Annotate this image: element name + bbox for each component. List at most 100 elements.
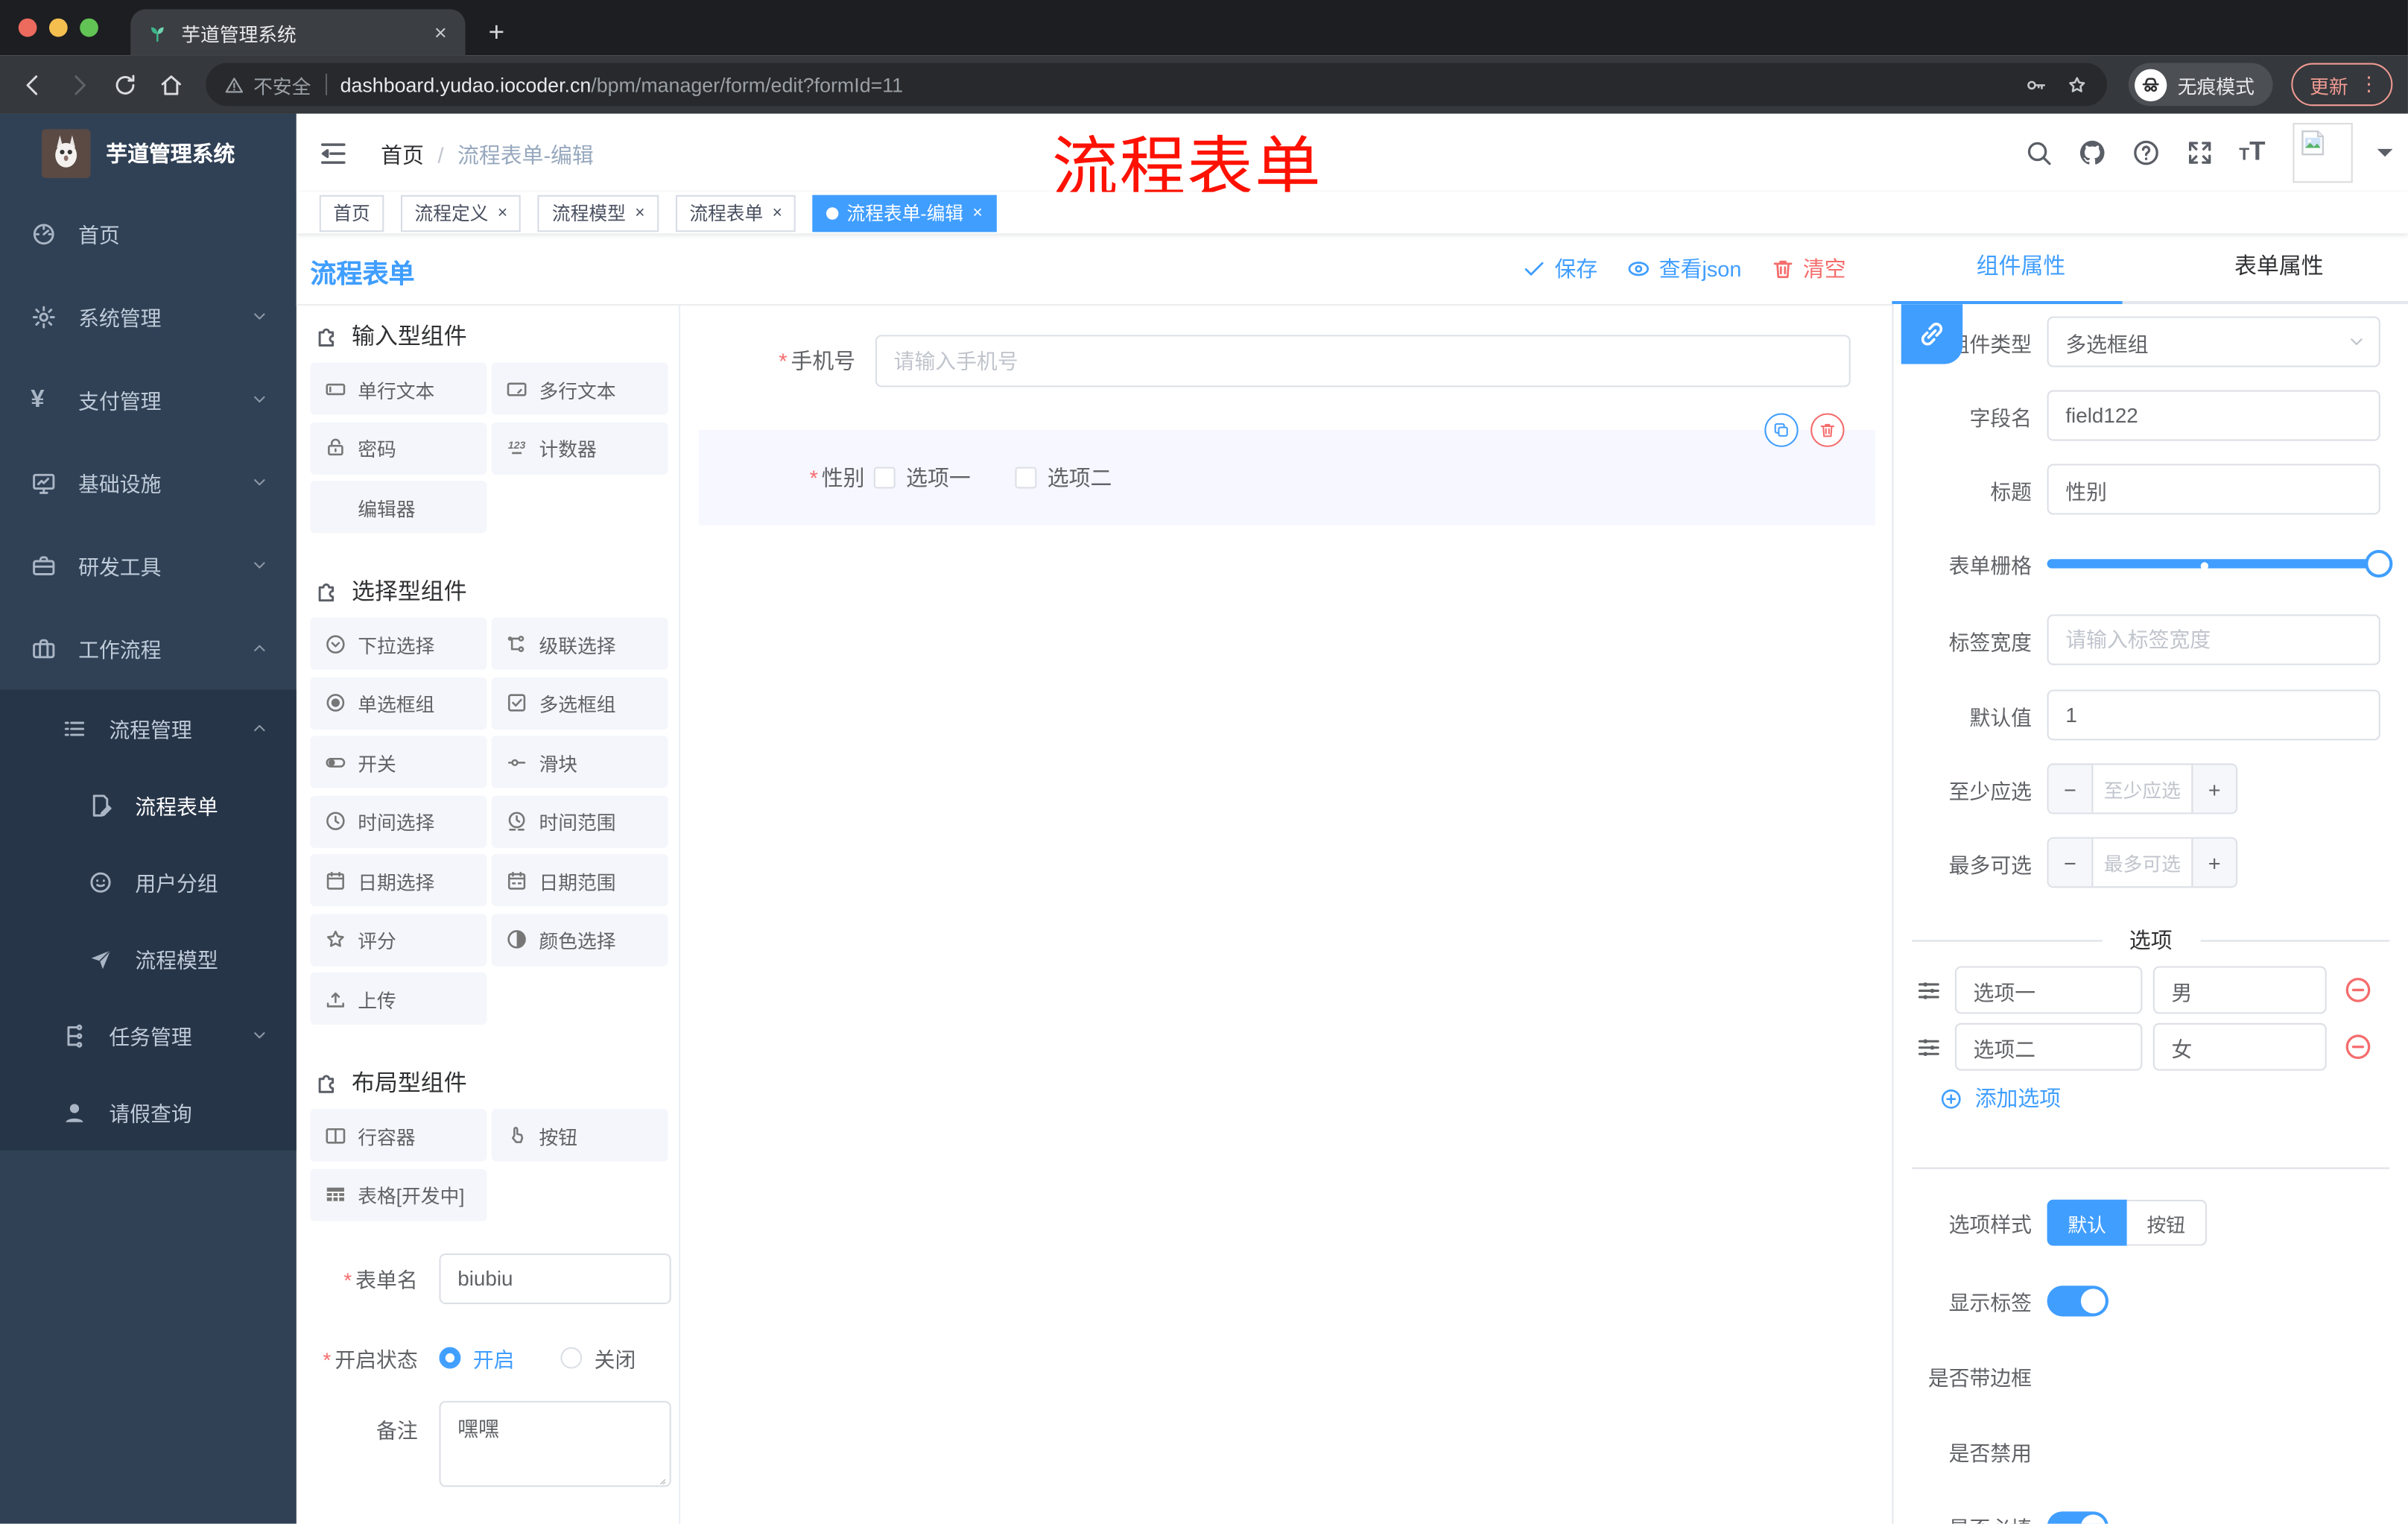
slider-track[interactable]: [2047, 559, 2380, 569]
drag-icon[interactable]: [1915, 976, 1942, 1004]
tag[interactable]: 首页: [319, 194, 384, 232]
status-off-radio[interactable]: 关闭: [560, 1342, 636, 1373]
view-json-button[interactable]: 查看json: [1626, 253, 1741, 284]
min-select-value[interactable]: 至少应选: [2093, 765, 2191, 812]
save-button[interactable]: 保存: [1522, 253, 1597, 284]
home-icon[interactable]: [158, 72, 184, 98]
component-button[interactable]: 时间范围: [491, 794, 668, 847]
component-button[interactable]: 开关: [310, 736, 487, 788]
sidebar-menu-item[interactable]: 流程管理: [0, 689, 297, 766]
tag[interactable]: 流程表单-编辑 ×: [813, 194, 997, 232]
toggle-switch[interactable]: [2047, 1436, 2108, 1467]
github-icon[interactable]: [2078, 139, 2107, 168]
decrease-button[interactable]: −: [2048, 765, 2094, 813]
clear-button[interactable]: 清空: [1771, 253, 1846, 284]
sidebar-logo-row[interactable]: 芋道管理系统: [0, 114, 297, 192]
checkbox[interactable]: [873, 467, 896, 489]
decrease-button[interactable]: −: [2048, 838, 2094, 887]
option-name-input[interactable]: [1954, 1022, 2143, 1071]
sidebar-menu-item[interactable]: 用户分组: [0, 844, 297, 920]
phone-input[interactable]: [875, 335, 1851, 388]
style-button-button[interactable]: 按钮: [2126, 1199, 2207, 1246]
remark-textarea[interactable]: 嘿嘿: [439, 1400, 671, 1487]
sidebar-menu-item[interactable]: 基础设施: [0, 441, 297, 524]
component-button[interactable]: 级联选择: [491, 617, 668, 670]
drag-icon[interactable]: [1915, 1033, 1942, 1060]
toggle-switch[interactable]: [2047, 1286, 2109, 1317]
component-button[interactable]: 密码: [310, 421, 487, 474]
tag-close-icon[interactable]: ×: [773, 203, 782, 222]
star-outline-icon[interactable]: [2065, 73, 2088, 96]
copy-icon[interactable]: [1764, 413, 1799, 447]
key-icon[interactable]: [2024, 73, 2047, 96]
component-button[interactable]: 日期选择: [310, 854, 487, 907]
component-button[interactable]: 多选框组: [491, 676, 668, 730]
component-button[interactable]: 单行文本: [310, 362, 487, 415]
help-icon[interactable]: [2132, 139, 2161, 168]
component-button[interactable]: 多行文本: [491, 362, 668, 415]
tag-close-icon[interactable]: ×: [498, 203, 507, 222]
form-name-input[interactable]: [439, 1252, 671, 1303]
link-icon[interactable]: [1901, 304, 1963, 364]
sidebar-menu-item[interactable]: 首页: [0, 192, 297, 275]
font-size-icon[interactable]: TT: [2239, 139, 2268, 168]
broken-image-icon[interactable]: [2293, 122, 2353, 183]
tab-component-props[interactable]: 组件属性: [1892, 233, 2149, 301]
default-value-input[interactable]: [2047, 689, 2380, 741]
minimize-window-button[interactable]: [48, 18, 68, 37]
search-icon[interactable]: [2024, 139, 2053, 168]
option-name-input[interactable]: [1954, 966, 2143, 1014]
title-input[interactable]: [2047, 464, 2380, 515]
hamburger-icon[interactable]: [318, 139, 349, 169]
browser-update-button[interactable]: 更新 ⋮: [2291, 63, 2393, 107]
zoom-window-button[interactable]: [80, 18, 98, 37]
component-button[interactable]: 行容器: [310, 1109, 487, 1162]
increase-button[interactable]: +: [2191, 838, 2237, 887]
caret-down-icon[interactable]: [2377, 148, 2393, 165]
sidebar-menu-item[interactable]: 任务管理: [0, 997, 297, 1074]
component-button[interactable]: 编辑器: [310, 481, 487, 534]
new-tab-button[interactable]: +: [488, 12, 504, 52]
tag-close-icon[interactable]: ×: [973, 203, 983, 222]
checkbox-option[interactable]: 选项二: [1015, 462, 1112, 493]
browser-menu-icon[interactable]: ⋮: [2359, 72, 2379, 97]
back-icon[interactable]: [20, 72, 46, 98]
tab-form-props[interactable]: 表单属性: [2150, 233, 2408, 301]
component-button[interactable]: 时间选择: [310, 794, 487, 847]
component-button[interactable]: 滑块: [491, 736, 668, 788]
component-button[interactable]: 下拉选择: [310, 617, 487, 670]
tag[interactable]: 流程模型 ×: [538, 194, 659, 232]
forward-icon[interactable]: [66, 72, 92, 98]
style-default-button[interactable]: 默认: [2047, 1199, 2127, 1246]
component-button[interactable]: 上传: [310, 972, 487, 1025]
option-value-input[interactable]: [2152, 1022, 2327, 1071]
toggle-switch[interactable]: [2047, 1361, 2108, 1391]
checkbox[interactable]: [1015, 467, 1037, 489]
component-button[interactable]: 单选框组: [310, 676, 487, 730]
max-select-value[interactable]: 最多可选: [2093, 838, 2191, 886]
tag[interactable]: 流程定义 ×: [401, 194, 522, 232]
reload-icon[interactable]: [112, 72, 138, 98]
slider-thumb[interactable]: [2365, 549, 2393, 578]
sidebar-menu-item[interactable]: 请假查询: [0, 1074, 297, 1151]
sidebar-menu-item[interactable]: ¥ 支付管理: [0, 358, 297, 440]
tab-close-button[interactable]: ×: [431, 20, 450, 45]
url-bar[interactable]: 不安全 dashboard.yudao.iocoder.cn /bpm/mana…: [206, 63, 2107, 107]
component-type-select[interactable]: [2047, 316, 2380, 367]
breadcrumb-home[interactable]: 首页: [381, 140, 424, 171]
gender-field-selected[interactable]: * 性别 选项一 选项二: [698, 413, 1875, 525]
phone-field[interactable]: * 手机号: [680, 335, 1892, 388]
component-button[interactable]: 按钮: [491, 1109, 668, 1162]
sidebar-menu-item[interactable]: 流程模型: [0, 920, 297, 997]
toggle-switch[interactable]: [2047, 1511, 2109, 1524]
component-button[interactable]: 123 计数器: [491, 421, 668, 474]
option-value-input[interactable]: [2152, 966, 2327, 1014]
sidebar-menu-item[interactable]: 系统管理: [0, 275, 297, 358]
label-width-input[interactable]: [2047, 614, 2380, 665]
checkbox-option[interactable]: 选项一: [873, 462, 971, 493]
fullscreen-icon[interactable]: [2185, 139, 2214, 168]
sidebar-menu-item[interactable]: 流程表单: [0, 767, 297, 844]
close-window-button[interactable]: [18, 18, 37, 37]
component-button[interactable]: 表格[开发中]: [310, 1168, 487, 1221]
resize-corner-icon[interactable]: [654, 1473, 666, 1485]
